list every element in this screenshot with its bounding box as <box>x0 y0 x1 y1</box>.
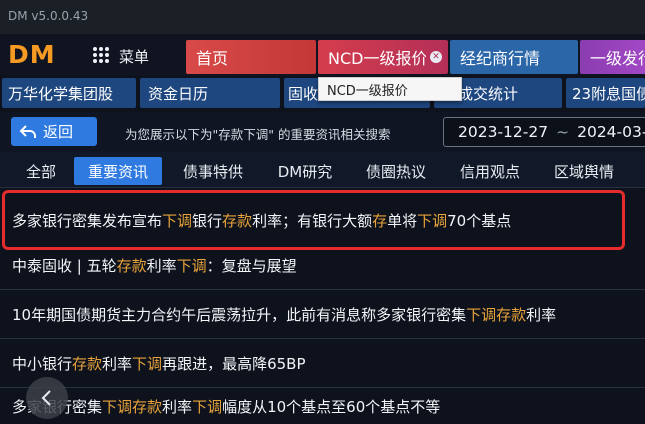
subtab-wanhua[interactable]: 万华化学集团股 <box>2 78 136 108</box>
category-hot-topics[interactable]: 债圈热议 <box>352 157 440 185</box>
app-logo: DM <box>8 40 56 69</box>
subtab-label: 资金日历 <box>148 84 209 103</box>
menu-label: 菜单 <box>119 47 150 66</box>
back-arrow-icon <box>19 124 36 138</box>
title-bar: DM v5.0.0.43 <box>0 0 645 34</box>
tab-broker-quotes[interactable]: 经纪商行情 <box>450 40 578 74</box>
category-credit-views[interactable]: 信用观点 <box>446 157 534 185</box>
subtab-label: 固收 <box>288 84 319 103</box>
tab-home-label: 首页 <box>196 49 229 68</box>
tab-ncd-quote[interactable]: NCD一级报价 ✕ <box>318 40 448 74</box>
close-icon[interactable]: ✕ <box>430 51 442 63</box>
chevron-left-icon <box>41 390 51 406</box>
date-end: 2024-03-27 <box>577 123 645 141</box>
tab-broker-label: 经纪商行情 <box>460 49 541 68</box>
tab-ncd-label: NCD一级报价 <box>328 49 426 68</box>
date-start: 2023-12-27 <box>458 123 549 141</box>
date-separator: ~ <box>556 123 570 141</box>
category-dm-research[interactable]: DM研究 <box>264 157 346 185</box>
grid-menu-icon <box>93 47 111 65</box>
menu-button[interactable]: 菜单 <box>93 44 149 68</box>
category-regional[interactable]: 区域舆情 <box>540 157 628 185</box>
tab-home[interactable]: 首页 <box>186 40 316 74</box>
news-item[interactable]: 多家银行密集发布宣布 下调 银行 存款 利率；有银行大额存单将 下调 70个基点 <box>0 190 645 250</box>
news-item[interactable]: 多家银行密集下调存款利率 下调幅度从10个基点至60个基点不等 <box>0 389 645 424</box>
tab-tooltip: NCD一级报价 <box>318 77 462 101</box>
news-item[interactable]: 10年期国债期货主力合约午后震荡拉升，此前有消息称多家银行密集 下调 存款 利率 <box>0 291 645 339</box>
subtab-label: 成交统计 <box>458 84 519 103</box>
back-label: 返回 <box>43 123 74 141</box>
tab-issue-label: 一级发行 <box>590 49 645 68</box>
tab-primary-issue[interactable]: 一级发行 <box>580 40 645 74</box>
news-item[interactable]: 中泰固收 | 五轮 存款 利率 下调 ：复盘与展望 <box>0 242 645 290</box>
news-item[interactable]: 中小银行 存款 利率 下调 再跟进，最高降65BP <box>0 340 645 388</box>
subtab-label: 23附息国债 <box>572 84 645 103</box>
previous-button[interactable] <box>26 377 68 419</box>
search-description: 为您展示以下为"存款下调" 的重要资讯相关搜索 <box>125 127 391 142</box>
date-range-picker[interactable]: 2023-12-27 ~ 2024-03-27 <box>443 117 645 147</box>
app-version: DM v5.0.0.43 <box>8 9 89 23</box>
category-important-news[interactable]: 重要资讯 <box>74 157 162 185</box>
subtab-label: 万华化学集团股 <box>8 84 114 103</box>
subtab-treasury[interactable]: 23附息国债 <box>566 78 645 108</box>
category-all[interactable]: 全部 <box>14 157 68 185</box>
back-button[interactable]: 返回 <box>11 117 97 146</box>
subtab-fund-calendar[interactable]: 资金日历 <box>140 78 280 108</box>
category-special[interactable]: 债事特供 <box>170 157 256 185</box>
